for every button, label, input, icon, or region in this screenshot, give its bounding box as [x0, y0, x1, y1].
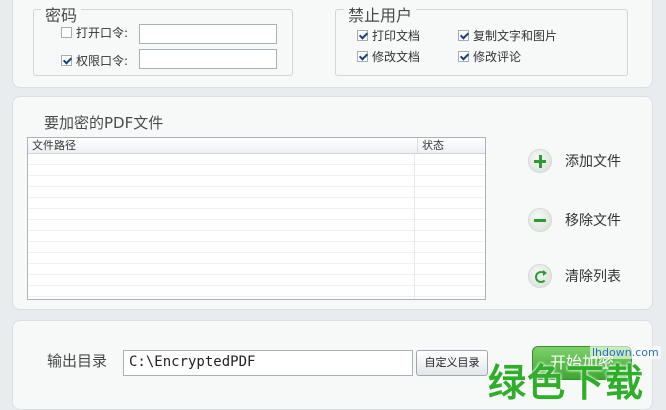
- restrict-modify-label: 修改文档: [372, 50, 421, 64]
- output-dir-input[interactable]: C:\EncryptedPDF: [123, 350, 413, 376]
- watermark-url: lhdown.com: [590, 346, 661, 359]
- clear-list-label: 清除列表: [565, 269, 621, 285]
- remove-file-button[interactable]: 移除文件: [528, 208, 621, 232]
- file-list-header: 文件路径 状态: [28, 138, 485, 154]
- restrict-modify-checkbox[interactable]: [357, 51, 368, 62]
- file-list[interactable]: 文件路径 状态: [27, 137, 486, 300]
- restrict-print-option[interactable]: 打印文档: [357, 27, 420, 44]
- restrict-comment-label: 修改评论: [473, 50, 522, 64]
- plus-icon: [528, 149, 552, 173]
- permission-password-row[interactable]: 权限口令:: [61, 52, 128, 69]
- restrict-comment-option[interactable]: 修改评论: [458, 48, 521, 65]
- open-password-row[interactable]: 打开口令:: [61, 24, 128, 41]
- custom-dir-button[interactable]: 自定义目录: [416, 350, 488, 376]
- restrict-modify-option[interactable]: 修改文档: [357, 48, 420, 65]
- open-password-checkbox[interactable]: [61, 27, 72, 38]
- restrict-print-checkbox[interactable]: [357, 30, 368, 41]
- refresh-icon: [528, 264, 552, 288]
- password-group-legend: 密码: [41, 2, 82, 26]
- remove-file-label: 移除文件: [565, 213, 621, 229]
- add-file-button[interactable]: 添加文件: [528, 149, 621, 173]
- files-section-title: 要加密的PDF文件: [44, 114, 164, 132]
- output-dir-label: 输出目录: [47, 352, 108, 370]
- permission-password-input[interactable]: [139, 49, 277, 69]
- column-status[interactable]: 状态: [418, 138, 485, 153]
- restrict-comment-checkbox[interactable]: [458, 51, 469, 62]
- open-password-input[interactable]: [139, 24, 277, 44]
- clear-list-button[interactable]: 清除列表: [528, 264, 621, 288]
- restrict-group-legend: 禁止用户: [344, 2, 417, 26]
- watermark-text: 绿色下载: [488, 361, 645, 405]
- column-file-path[interactable]: 文件路径: [28, 138, 418, 153]
- permission-password-checkbox[interactable]: [61, 55, 72, 66]
- restrict-copy-label: 复制文字和图片: [473, 29, 558, 43]
- file-list-body[interactable]: [28, 154, 485, 299]
- open-password-label: 打开口令:: [76, 26, 129, 40]
- restrict-print-label: 打印文档: [372, 29, 421, 43]
- restrict-copy-option[interactable]: 复制文字和图片: [458, 27, 557, 44]
- restrict-copy-checkbox[interactable]: [458, 30, 469, 41]
- minus-icon: [528, 208, 552, 232]
- add-file-label: 添加文件: [565, 154, 621, 170]
- permission-password-label: 权限口令:: [76, 54, 129, 68]
